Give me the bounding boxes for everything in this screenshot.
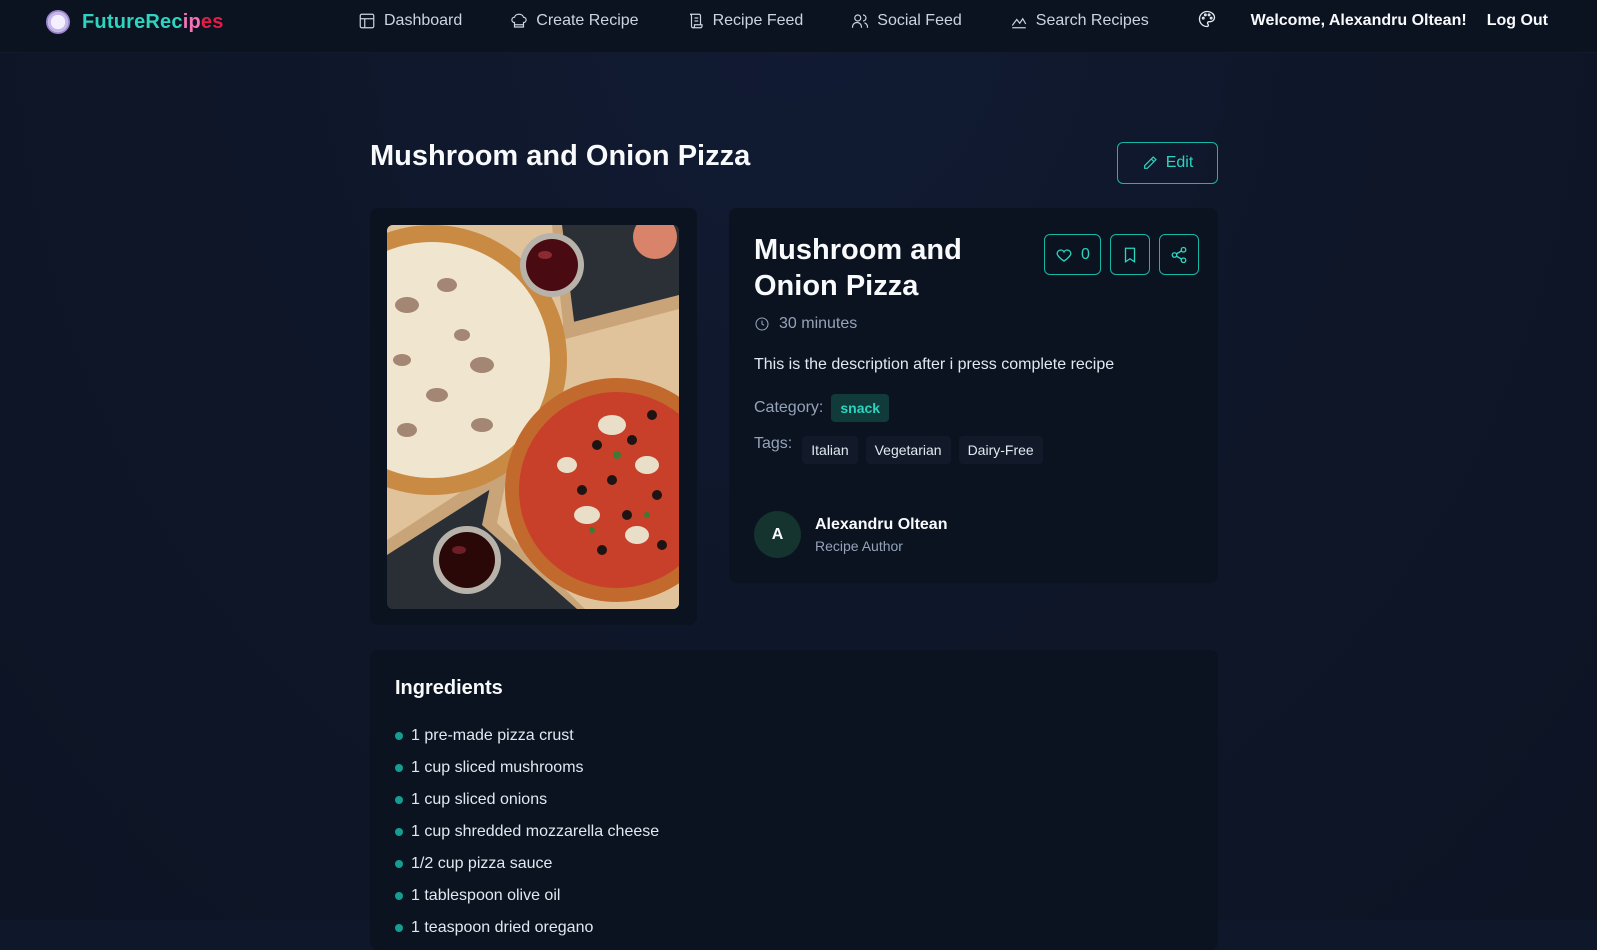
like-count: 0 [1081, 245, 1090, 263]
tag-chip[interactable]: Dairy-Free [958, 436, 1043, 464]
cook-time-value: 30 minutes [779, 315, 858, 332]
scroll-icon [689, 13, 703, 29]
nav-search-recipes-label: Search Recipes [1035, 12, 1149, 29]
tag-chip[interactable]: Vegetarian [865, 436, 951, 464]
list-item: 1 teaspoon dried oregano [395, 912, 659, 944]
bullet-icon [395, 732, 403, 740]
like-button[interactable]: 0 [1044, 234, 1101, 275]
author-name: Alexandru Oltean [815, 515, 948, 533]
page-title: Mushroom and Onion Pizza [370, 140, 751, 172]
ingredients-title: Ingredients [395, 677, 503, 699]
chef-hat-icon [511, 13, 528, 28]
ingredient-text: 1 cup sliced mushrooms [411, 759, 584, 776]
layout-icon [359, 13, 375, 29]
avatar: A [754, 511, 801, 558]
list-item: 1 cup shredded mozzarella cheese [395, 816, 659, 848]
recipe-description: This is the description after i press co… [754, 356, 1115, 373]
ingredients-card: Ingredients 1 pre-made pizza crust 1 cup… [370, 650, 1218, 950]
chart-search-icon [1011, 17, 1027, 29]
nav-social-feed-label: Social Feed [877, 12, 962, 29]
welcome-text: Welcome, Alexandru Oltean! [1250, 12, 1467, 29]
nav-create-recipe-label: Create Recipe [536, 12, 639, 29]
ingredient-text: 1 cup sliced onions [411, 791, 548, 808]
bullet-icon [395, 764, 403, 772]
list-item: 1 pre-made pizza crust [395, 720, 659, 752]
logout-button[interactable]: Log Out [1487, 12, 1548, 30]
ingredients-list: 1 pre-made pizza crust 1 cup sliced mush… [395, 720, 659, 944]
users-icon [852, 14, 869, 28]
brand-name-part1: FutureRec [82, 10, 183, 33]
recipe-info-card: Mushroom and Onion Pizza 0 30 minutes Th… [729, 208, 1218, 583]
tags-label: Tags: [754, 435, 793, 452]
nav-social-feed[interactable]: Social Feed [851, 12, 962, 30]
nav-dashboard[interactable]: Dashboard [358, 12, 462, 30]
cook-time: 30 minutes [754, 315, 857, 333]
brand-name: FutureRecipes [82, 11, 224, 34]
list-item: 1 cup sliced mushrooms [395, 752, 659, 784]
theme-toggle[interactable] [1197, 9, 1217, 34]
list-item: 1/2 cup pizza sauce [395, 848, 659, 880]
edit-button-label: Edit [1165, 154, 1194, 171]
nav-dashboard-label: Dashboard [384, 12, 463, 29]
ingredient-text: 1 pre-made pizza crust [411, 727, 574, 744]
plate-logo-icon [46, 10, 70, 34]
tags-row: Tags: Italian Vegetarian Dairy-Free [754, 434, 1043, 464]
recipe-actions: 0 [1044, 234, 1199, 275]
bullet-icon [395, 828, 403, 836]
nav-right: Welcome, Alexandru Oltean! Log Out [1197, 0, 1548, 42]
category-label: Category: [754, 399, 824, 416]
bookmark-icon [1124, 247, 1136, 263]
recipe-name: Mushroom and Onion Pizza [754, 234, 962, 302]
brand[interactable]: FutureRecipes [46, 10, 224, 34]
top-nav: FutureRecipes Dashboard Create Recipe Re… [0, 0, 1597, 53]
author-block[interactable]: A Alexandru Oltean Recipe Author [754, 511, 947, 558]
bullet-icon [395, 892, 403, 900]
share-button[interactable] [1159, 234, 1199, 275]
ingredient-text: 1 cup shredded mozzarella cheese [411, 823, 660, 840]
recipe-image-card [370, 208, 697, 625]
list-item: 1 cup sliced onions [395, 784, 659, 816]
category-badge[interactable]: snack [831, 394, 890, 422]
brand-name-part3: es [200, 10, 224, 33]
bullet-icon [395, 860, 403, 868]
nav-recipe-feed-label: Recipe Feed [712, 12, 804, 29]
clock-icon [755, 317, 769, 331]
nav-recipe-feed[interactable]: Recipe Feed [687, 12, 804, 30]
bullet-icon [395, 796, 403, 804]
list-item: 1 tablespoon olive oil [395, 880, 659, 912]
ingredient-text: 1 tablespoon olive oil [411, 887, 561, 904]
ingredient-text: 1 teaspoon dried oregano [411, 919, 594, 936]
nav-create-recipe[interactable]: Create Recipe [510, 12, 639, 30]
nav-links: Dashboard Create Recipe Recipe Feed Soci… [358, 0, 1197, 42]
category-row: Category: snack [754, 394, 890, 422]
share-icon [1171, 246, 1187, 263]
edit-button[interactable]: Edit [1117, 142, 1218, 184]
author-role: Recipe Author [815, 537, 903, 554]
bookmark-button[interactable] [1110, 234, 1150, 275]
tag-chip[interactable]: Italian [802, 436, 858, 464]
heart-icon [1056, 248, 1072, 262]
bullet-icon [395, 924, 403, 932]
nav-search-recipes[interactable]: Search Recipes [1010, 12, 1149, 30]
ingredient-text: 1/2 cup pizza sauce [411, 855, 553, 872]
pencil-icon [1143, 156, 1157, 169]
brand-name-part2: ip [182, 10, 201, 33]
recipe-photo [387, 225, 679, 609]
palette-icon [1198, 10, 1215, 27]
